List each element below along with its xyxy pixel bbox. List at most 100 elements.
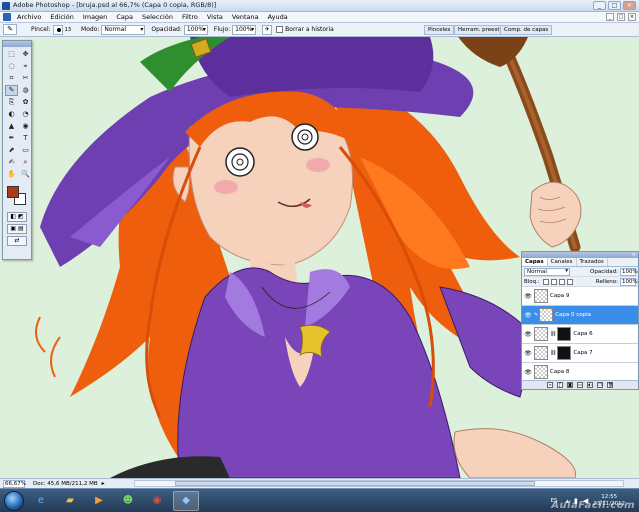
taskbar-internet-explorer[interactable]: e: [28, 491, 54, 511]
well-tab-comp-capas[interactable]: Comp. de capas: [500, 25, 553, 35]
zoom-input[interactable]: 66,67%: [3, 479, 26, 488]
history-checkbox[interactable]: [276, 26, 284, 33]
eye-icon[interactable]: 👁: [524, 312, 532, 319]
tools-panel: ⬚ ✥ ◌ ⌖ ⌗ ✂ ✎ ◍ ⎘ ✿ ◐ ◔ ▲ ◉ ✒ T ⬈ ▭ ✍ ⌕ …: [2, 40, 32, 260]
eyedropper-tool-icon[interactable]: ⌕: [19, 157, 32, 168]
document-icon[interactable]: [3, 13, 11, 21]
doc-minimize-button[interactable]: _: [606, 13, 614, 21]
tab-capas[interactable]: Capas: [522, 258, 548, 266]
layer-row-capa-6[interactable]: 👁 ⛓ Capa 6: [522, 325, 638, 344]
color-swatches: [5, 184, 29, 210]
airbrush-toggle[interactable]: ✈: [262, 24, 273, 35]
adjustment-layer-icon[interactable]: ◐: [587, 382, 593, 388]
hand-tool-icon[interactable]: ✋: [5, 169, 18, 180]
lock-position-checkbox[interactable]: [558, 278, 565, 285]
well-tab-herramientas[interactable]: Herram. preest.: [454, 25, 506, 35]
layer-row-capa-9[interactable]: 👁 Capa 9: [522, 287, 638, 306]
type-tool-icon[interactable]: T: [19, 133, 32, 144]
magic-wand-tool-icon[interactable]: ⌖: [19, 61, 32, 72]
taskbar-messenger[interactable]: ☻: [115, 491, 141, 511]
menu-filtro[interactable]: Filtro: [182, 13, 198, 21]
layer-opacity-input[interactable]: 100%: [620, 267, 638, 276]
doc-restore-button[interactable]: □: [617, 13, 625, 21]
start-button[interactable]: [4, 490, 24, 511]
dodge-tool-icon[interactable]: ◉: [19, 121, 32, 132]
move-tool-icon[interactable]: ✥: [19, 49, 32, 60]
layer-row-capa-0-copia[interactable]: 👁 ✎ Capa 0 copia: [522, 306, 638, 325]
brush-tool-icon[interactable]: ✎: [5, 85, 18, 96]
taskbar-explorer[interactable]: ▰: [57, 491, 83, 511]
close-button[interactable]: ×: [623, 1, 636, 10]
slice-tool-icon[interactable]: ✂: [19, 73, 32, 84]
menu-ayuda[interactable]: Ayuda: [268, 13, 288, 21]
notes-tool-icon[interactable]: ✍: [5, 157, 18, 168]
tab-canales[interactable]: Canales: [548, 258, 577, 266]
lock-pixels-checkbox[interactable]: [550, 278, 557, 285]
clone-stamp-tool-icon[interactable]: ⎘: [5, 97, 18, 108]
eraser-tool-icon[interactable]: ◐: [5, 109, 18, 120]
layer-row-capa-7[interactable]: 👁 ⛓ Capa 7: [522, 344, 638, 363]
link-layers-icon[interactable]: ∞: [547, 382, 553, 388]
mode-select[interactable]: Normal: [101, 24, 146, 35]
horizontal-scrollbar[interactable]: [134, 480, 624, 487]
layer-style-icon[interactable]: ƒ: [557, 382, 563, 388]
tab-trazados[interactable]: Trazados: [577, 258, 608, 266]
healing-tool-icon[interactable]: ◍: [19, 85, 32, 96]
menu-archivo[interactable]: Archivo: [17, 13, 41, 21]
quick-mask-toggle[interactable]: ◧ ◩: [7, 212, 27, 222]
mode-label: Modo:: [81, 26, 100, 33]
blend-mode-select[interactable]: Normal: [524, 267, 570, 276]
opacity-input[interactable]: 100%: [183, 24, 208, 35]
menu-capa[interactable]: Capa: [116, 13, 133, 21]
well-tab-pinceles[interactable]: Pinceles: [424, 25, 455, 35]
menu-edicion[interactable]: Edición: [50, 13, 74, 21]
flow-input[interactable]: 100%: [232, 24, 257, 35]
taskbar-photoshop[interactable]: ◆: [173, 490, 199, 511]
add-mask-icon[interactable]: ◙: [567, 382, 573, 388]
lock-transparency-checkbox[interactable]: [542, 278, 549, 285]
new-layer-icon[interactable]: ❐: [597, 382, 603, 388]
panel-close-icon[interactable]: ×: [632, 252, 636, 258]
foreground-color-swatch[interactable]: [7, 186, 19, 198]
eye-icon[interactable]: 👁: [524, 331, 532, 338]
status-menu-arrow-icon[interactable]: ▸: [102, 480, 105, 487]
jump-to-imageready-button[interactable]: ⇄: [7, 236, 27, 246]
layer-mask-thumbnail[interactable]: [557, 346, 572, 360]
flow-label: Flujo:: [213, 26, 231, 33]
maximize-button[interactable]: □: [608, 1, 621, 10]
minimize-button[interactable]: _: [593, 1, 606, 10]
brush-picker[interactable]: [52, 24, 63, 35]
path-selection-tool-icon[interactable]: ⬈: [5, 145, 18, 156]
pen-tool-icon[interactable]: ✒: [5, 133, 18, 144]
taskbar-media-player[interactable]: ▶: [86, 491, 112, 511]
history-brush-tool-icon[interactable]: ✿: [19, 97, 32, 108]
blur-tool-icon[interactable]: ▲: [5, 121, 18, 132]
lasso-tool-icon[interactable]: ◌: [5, 61, 18, 72]
fill-input[interactable]: 100%: [620, 277, 638, 286]
layers-panel-header[interactable]: ×: [522, 252, 638, 258]
zoom-tool-icon[interactable]: 🔍: [19, 169, 32, 180]
menu-seleccion[interactable]: Selección: [142, 13, 173, 21]
tool-preset-picker[interactable]: ✎: [3, 24, 17, 35]
marquee-tool-icon[interactable]: ⬚: [5, 49, 18, 60]
eye-icon[interactable]: 👁: [524, 350, 532, 357]
menu-vista[interactable]: Vista: [207, 13, 223, 21]
new-group-icon[interactable]: ▭: [577, 382, 583, 388]
menu-imagen[interactable]: Imagen: [83, 13, 107, 21]
doc-close-button[interactable]: ×: [628, 13, 636, 21]
eye-icon[interactable]: 👁: [524, 369, 532, 376]
shape-tool-icon[interactable]: ▭: [19, 145, 32, 156]
lock-all-checkbox[interactable]: [566, 278, 573, 285]
menu-ventana[interactable]: Ventana: [232, 13, 259, 21]
screen-mode-toggle[interactable]: ▣ ▤: [7, 224, 27, 234]
gradient-tool-icon[interactable]: ◔: [19, 109, 32, 120]
link-chain-icon: ⛓: [550, 331, 557, 337]
link-chain-icon: ⛓: [550, 350, 557, 356]
window-controls: _ □ ×: [593, 1, 636, 10]
delete-layer-icon[interactable]: 🗑: [607, 382, 613, 388]
scrollbar-thumb[interactable]: [175, 481, 535, 486]
layer-mask-thumbnail[interactable]: [557, 327, 572, 341]
crop-tool-icon[interactable]: ⌗: [5, 73, 18, 84]
eye-icon[interactable]: 👁: [524, 293, 532, 300]
taskbar-chrome[interactable]: ◉: [144, 491, 170, 511]
